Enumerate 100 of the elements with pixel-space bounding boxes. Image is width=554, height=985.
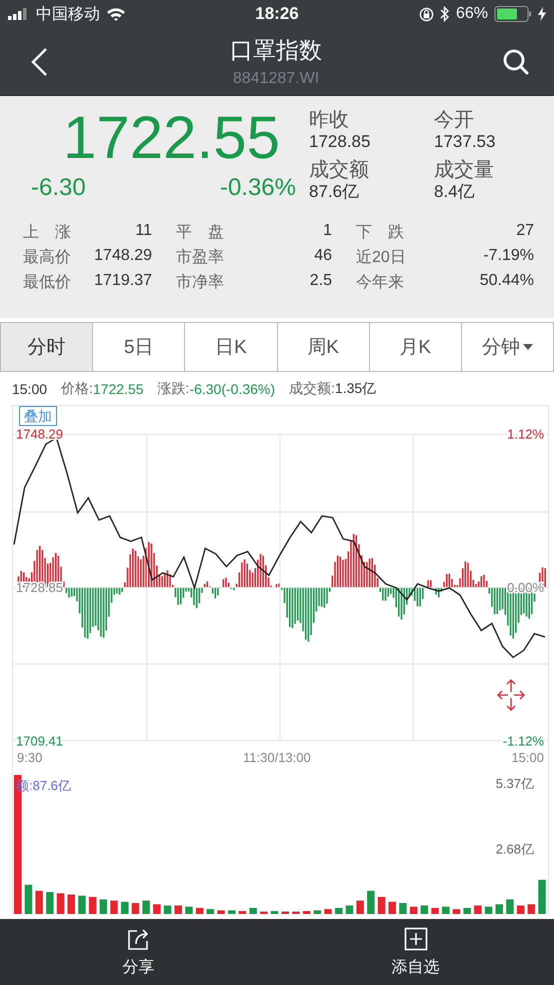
stat-value: 2.5: [310, 272, 332, 291]
volume-bar: [516, 905, 524, 914]
field-label: 今开: [434, 108, 475, 132]
volume-axis-label: 2.68亿: [496, 842, 534, 857]
stat-label: 上 涨: [23, 222, 71, 243]
volume-bar: [356, 900, 364, 914]
volume-bar: [217, 910, 225, 914]
volume-bar: [335, 908, 342, 914]
charging-icon: [538, 7, 546, 21]
volume-bar: [238, 911, 246, 914]
price-axis-label: 1709.41: [16, 734, 63, 748]
volume-bar: [24, 884, 32, 914]
stat-label: 市净率: [176, 272, 224, 293]
volume-bar: [388, 902, 396, 914]
wifi-icon: [106, 7, 126, 21]
stat-value: 27: [516, 222, 534, 241]
price-change: -6.30: [31, 174, 86, 202]
share-icon: [126, 926, 150, 950]
page-title: 口罩指数: [230, 36, 322, 65]
clock-time: 18:26: [255, 4, 299, 24]
volume-bar: [56, 893, 64, 914]
field-label: 成交额: [309, 158, 370, 182]
stat-value: 50.44%: [480, 272, 534, 291]
index-code: 8841287.WI: [232, 70, 320, 88]
volume-bar: [196, 908, 204, 914]
stat-label: 市盈率: [176, 248, 224, 268]
volume-bar: [121, 902, 128, 914]
volume-bar: [132, 903, 140, 914]
rotation-lock-icon: [418, 6, 434, 22]
field-label: 成交量: [434, 158, 495, 182]
stat-label: 下 跌: [356, 223, 404, 243]
field-label: 昨收: [309, 108, 350, 132]
volume-bar: [88, 896, 96, 914]
percent-change: -0.36%: [220, 174, 296, 202]
volume-bar: [142, 900, 150, 914]
volume-bar: [442, 906, 450, 914]
volume-bar: [346, 905, 354, 914]
volume-bar: [270, 911, 278, 914]
add-icon: [404, 926, 428, 950]
percent-axis-label: 1.12%: [507, 426, 544, 442]
info-time: 15:00: [12, 380, 48, 396]
volume-bar: [302, 911, 310, 914]
stat-label: 今年来: [356, 272, 404, 293]
volume-bar: [452, 909, 460, 914]
volume-axis-label: 5.37亿: [496, 776, 534, 791]
info-label: 涨跌:: [158, 380, 190, 398]
field-value: 1737.53: [434, 132, 496, 152]
move-icon[interactable]: [497, 679, 525, 711]
volume-bar: [496, 904, 503, 914]
volume-bar: [206, 909, 214, 914]
stat-label: 最低价: [23, 273, 71, 293]
stat-value: 1: [323, 222, 332, 241]
volume-bar: [474, 905, 482, 914]
info-value: 1.35亿: [334, 380, 376, 398]
volume-bar: [506, 899, 514, 914]
volume-bar: [378, 896, 386, 914]
volume-bar: [228, 910, 236, 914]
stat-value: 11: [135, 222, 152, 241]
stat-label: 平 盘: [176, 223, 224, 243]
volume-bar: [110, 900, 118, 914]
info-label: 价格:: [61, 380, 93, 398]
volume-bar: [249, 908, 257, 914]
volume-bar: [420, 905, 428, 914]
volume-bar: [153, 904, 161, 914]
volume-bar: [292, 912, 300, 914]
volume-bar: [78, 896, 86, 914]
volume-bar: [260, 912, 268, 914]
stat-value: 46: [314, 247, 332, 266]
volume-bar: [431, 908, 439, 914]
time-axis-label: 11:30/13:00: [243, 750, 311, 765]
volume-bar: [538, 880, 546, 914]
time-axis-label: 15:00: [511, 750, 544, 765]
add-watchlist-button[interactable]: 添自选: [277, 919, 554, 985]
volume-bar: [399, 903, 407, 914]
volume-bar: [174, 905, 182, 914]
stat-value: -7.19%: [483, 247, 534, 266]
stat-label: 最高价: [23, 248, 71, 268]
volume-bar: [463, 908, 471, 914]
chart-tab[interactable]: 分时: [0, 323, 94, 371]
volume-bar: [282, 912, 289, 914]
stat-label: 近20日: [356, 248, 406, 268]
volume-bar: [314, 910, 322, 914]
volume-bar: [68, 894, 75, 914]
volume-bar: [46, 892, 54, 914]
back-icon[interactable]: [30, 46, 50, 76]
battery-percent: 66%: [456, 5, 488, 23]
info-value: -6.30(-0.36%): [189, 380, 276, 396]
volume-bar: [35, 890, 43, 914]
index-price: 1722.55: [62, 103, 281, 173]
volume-bar: [410, 906, 418, 914]
volume-bar: [367, 890, 375, 914]
search-icon[interactable]: [502, 48, 530, 76]
volume-bar: [324, 909, 332, 914]
volume-bar: [100, 899, 108, 914]
price-axis-label: 1748.29: [16, 426, 63, 442]
volume-bar: [185, 906, 193, 914]
share-button[interactable]: 分享: [0, 919, 277, 985]
info-label: 成交额:: [289, 380, 335, 398]
carrier-name: 中国移动: [36, 4, 100, 24]
volume-bar: [528, 904, 536, 914]
